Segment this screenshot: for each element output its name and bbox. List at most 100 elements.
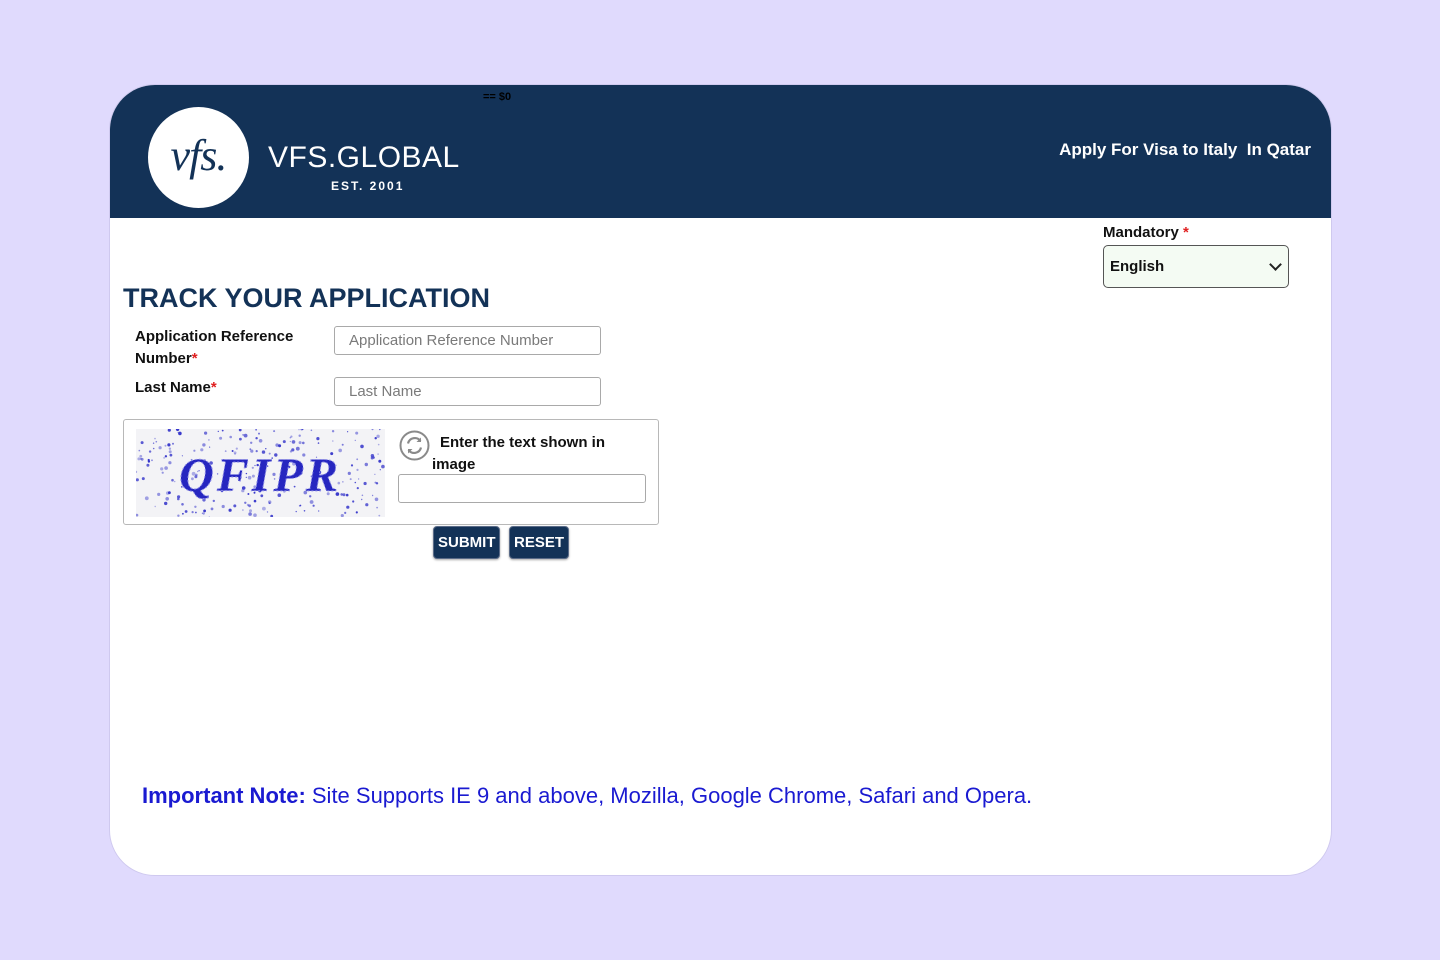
captcha-noise-dot <box>250 441 253 444</box>
captcha-noise-dot <box>379 429 381 431</box>
captcha-noise-dot <box>371 429 374 431</box>
captcha-noise-dot <box>139 454 143 458</box>
site-header: == $0 vfs. VFS.GLOBAL EST. 2001 Apply Fo… <box>110 85 1331 218</box>
captcha-noise-dot <box>136 513 139 517</box>
vfs-logo[interactable]: vfs. <box>148 107 249 208</box>
captcha-noise-dot <box>278 444 282 448</box>
captcha-noise-dot <box>194 505 197 508</box>
captcha-noise-dot <box>371 494 374 497</box>
captcha-noise-dot <box>238 429 242 432</box>
captcha-input[interactable] <box>398 474 646 503</box>
captcha-noise-dot <box>171 478 174 482</box>
important-note-text: Site Supports IE 9 and above, Mozilla, G… <box>305 783 1033 808</box>
refresh-icon[interactable] <box>399 430 430 461</box>
captcha-image: QFIPR <box>136 429 385 517</box>
captcha-noise-dot <box>163 457 165 459</box>
captcha-noise-dot <box>303 510 306 512</box>
captcha-noise-dot <box>140 458 142 460</box>
captcha-noise-dot <box>258 439 263 443</box>
captcha-panel: QFIPR Enter the text shown in image <box>123 419 659 525</box>
captcha-noise-dot <box>136 478 139 482</box>
submit-button[interactable]: SUBMIT <box>433 526 500 559</box>
captcha-noise-dot <box>161 471 164 474</box>
captcha-noise-dot <box>318 510 320 512</box>
captcha-noise-dot <box>202 443 206 447</box>
captcha-noise-dot <box>140 441 144 445</box>
captcha-noise-dot <box>146 463 150 467</box>
captcha-noise-dot <box>345 493 349 497</box>
captcha-noise-dot <box>168 447 172 450</box>
captcha-noise-dot <box>332 440 334 442</box>
captcha-noise-dot <box>346 505 350 509</box>
captcha-noise-dot <box>282 440 286 444</box>
captcha-noise-dot <box>208 516 210 517</box>
captcha-noise-dot <box>233 504 237 508</box>
captcha-noise-dot <box>228 508 232 512</box>
captcha-noise-dot <box>374 437 377 440</box>
captcha-noise-dot <box>377 453 379 455</box>
captcha-noise-dot <box>317 442 320 444</box>
captcha-noise-dot <box>154 505 156 508</box>
captcha-noise-dot <box>356 468 359 471</box>
captcha-noise-dot <box>203 509 206 513</box>
captcha-noise-dot <box>365 503 369 507</box>
captcha-noise-dot <box>221 504 225 509</box>
chevron-down-icon <box>1269 257 1282 271</box>
captcha-noise-dot <box>342 481 344 483</box>
captcha-noise-dot <box>316 437 320 441</box>
captcha-noise-dot <box>249 509 252 513</box>
captcha-noise-dot <box>376 434 380 438</box>
logo-monogram: vfs. <box>170 131 228 180</box>
captcha-noise-dot <box>379 469 381 471</box>
captcha-noise-dot <box>239 437 242 441</box>
captcha-noise-dot <box>341 443 344 446</box>
captcha-noise-dot <box>167 429 171 432</box>
last-name-input[interactable] <box>334 377 601 406</box>
captcha-noise-dot <box>347 471 351 475</box>
captcha-noise-dot <box>164 455 168 458</box>
captcha-noise-dot <box>219 436 223 440</box>
required-asterisk: * <box>210 379 217 396</box>
captcha-noise-dot <box>360 444 364 449</box>
captcha-noise-dot <box>248 512 252 516</box>
captcha-noise-dot <box>273 430 276 433</box>
last-name-label: Last Name* <box>135 379 217 396</box>
captcha-noise-dot <box>255 437 258 440</box>
captcha-noise-dot <box>158 446 162 450</box>
captcha-noise-dot <box>136 470 138 474</box>
captcha-noise-dot <box>155 440 158 443</box>
captcha-noise-dot <box>152 442 155 444</box>
captcha-noise-dot <box>157 492 161 496</box>
captcha-noise-dot <box>169 453 173 457</box>
language-select[interactable]: English <box>1103 245 1289 288</box>
captcha-noise: QFIPR <box>136 429 385 517</box>
reference-number-input[interactable] <box>334 326 601 355</box>
captcha-noise-dot <box>266 511 269 513</box>
captcha-noise-dot <box>300 429 303 431</box>
captcha-noise-dot <box>364 462 368 467</box>
captcha-noise-dot <box>302 441 305 445</box>
captcha-noise-dot <box>165 497 169 501</box>
captcha-noise-dot <box>378 459 382 463</box>
captcha-noise-dot <box>375 482 379 485</box>
reset-button[interactable]: RESET <box>509 526 569 559</box>
captcha-noise-dot <box>310 429 313 432</box>
captcha-noise-dot <box>298 441 302 445</box>
captcha-noise-dot <box>312 504 315 507</box>
captcha-noise-dot <box>168 491 171 495</box>
captcha-noise-dot <box>289 440 291 443</box>
captcha-noise-dot <box>209 446 211 448</box>
captcha-noise-dot <box>160 467 164 471</box>
captcha-noise-dot <box>347 431 349 433</box>
captcha-noise-dot <box>175 429 180 431</box>
page-title: TRACK YOUR APPLICATION <box>123 283 491 313</box>
captcha-noise-dot <box>291 440 296 444</box>
captcha-noise-dot <box>374 473 376 475</box>
captcha-noise-dot <box>381 464 385 469</box>
captcha-noise-dot <box>262 506 266 511</box>
captcha-noise-dot <box>191 511 194 514</box>
required-asterisk: * <box>191 350 198 367</box>
captcha-noise-dot <box>355 511 358 514</box>
captcha-noise-dot <box>164 501 168 506</box>
captcha-noise-dot <box>344 511 347 514</box>
